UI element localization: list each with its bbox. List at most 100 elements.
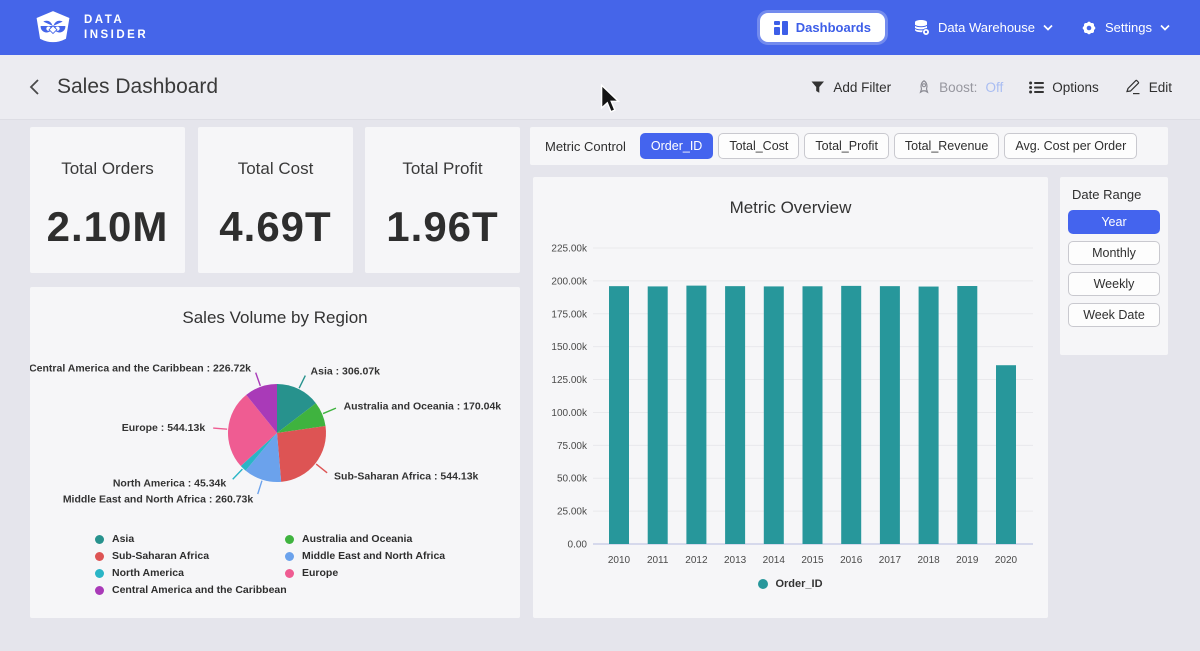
legend-label: Asia bbox=[112, 533, 134, 545]
pie-label: North America : 45.34k bbox=[113, 477, 227, 489]
pie-legend-item: Asia bbox=[95, 533, 287, 545]
add-filter-button[interactable]: Add Filter bbox=[811, 80, 891, 95]
metric-control-label: Metric Control bbox=[545, 139, 626, 154]
page-title: Sales Dashboard bbox=[57, 75, 218, 99]
svg-text:50.00k: 50.00k bbox=[557, 474, 588, 485]
svg-text:100.00k: 100.00k bbox=[551, 408, 588, 419]
logo-text: DATA INSIDER bbox=[84, 13, 148, 43]
pie-label: Australia and Oceania : 170.04k bbox=[344, 401, 502, 413]
edit-button[interactable]: Edit bbox=[1125, 79, 1172, 95]
svg-text:2012: 2012 bbox=[685, 555, 708, 566]
svg-text:175.00k: 175.00k bbox=[551, 309, 588, 320]
date-range-week-date[interactable]: Week Date bbox=[1068, 303, 1160, 327]
pie-slice bbox=[277, 426, 326, 482]
kpi-label: Total Profit bbox=[402, 159, 482, 179]
kpi-value: 4.69T bbox=[219, 203, 331, 251]
svg-text:150.00k: 150.00k bbox=[551, 342, 588, 353]
svg-text:75.00k: 75.00k bbox=[557, 441, 588, 452]
legend-dot bbox=[285, 569, 294, 578]
metric-option-avg-cost-per-order[interactable]: Avg. Cost per Order bbox=[1004, 133, 1137, 159]
options-button[interactable]: Options bbox=[1029, 80, 1099, 95]
kpi-card-total-profit: Total Profit 1.96T bbox=[365, 127, 520, 273]
pie-label: Middle East and North Africa : 260.73k bbox=[63, 493, 254, 505]
pie-label: Asia : 306.07k bbox=[311, 366, 381, 378]
bar-chart-legend: Order_ID bbox=[533, 578, 1048, 590]
pie-legend-item: Middle East and North Africa bbox=[285, 550, 445, 562]
legend-label: Sub-Saharan Africa bbox=[112, 550, 209, 562]
metric-option-total-revenue[interactable]: Total_Revenue bbox=[894, 133, 999, 159]
filter-funnel-icon bbox=[811, 81, 825, 94]
app-logo: DATA INSIDER bbox=[34, 10, 148, 45]
boost-toggle[interactable]: Boost: Off bbox=[917, 80, 1003, 95]
date-range-label: Date Range bbox=[1072, 187, 1160, 202]
legend-label: Order_ID bbox=[775, 578, 822, 590]
svg-text:2010: 2010 bbox=[608, 555, 631, 566]
settings-menu[interactable]: Settings bbox=[1081, 20, 1170, 36]
list-options-icon bbox=[1029, 81, 1044, 94]
svg-text:2020: 2020 bbox=[995, 555, 1018, 566]
back-button[interactable] bbox=[28, 78, 41, 96]
svg-text:2018: 2018 bbox=[917, 555, 940, 566]
legend-dot bbox=[95, 586, 104, 595]
sales-volume-chart-card: Sales Volume by Region Asia : 306.07k Aus… bbox=[30, 287, 520, 618]
gear-icon bbox=[1081, 20, 1097, 36]
metric-option-total-profit[interactable]: Total_Profit bbox=[804, 133, 889, 159]
date-range-monthly[interactable]: Monthly bbox=[1068, 241, 1160, 265]
svg-text:2016: 2016 bbox=[840, 555, 863, 566]
svg-text:225.00k: 225.00k bbox=[551, 244, 588, 255]
pencil-icon bbox=[1125, 79, 1141, 95]
svg-text:0.00: 0.00 bbox=[568, 540, 588, 551]
data-warehouse-menu[interactable]: Data Warehouse bbox=[913, 19, 1053, 36]
svg-text:2015: 2015 bbox=[801, 555, 824, 566]
top-nav: DATA INSIDER Dashboards bbox=[0, 0, 1200, 55]
svg-text:2014: 2014 bbox=[763, 555, 786, 566]
kpi-label: Total Cost bbox=[238, 159, 314, 179]
dashboards-button[interactable]: Dashboards bbox=[760, 13, 885, 42]
svg-text:125.00k: 125.00k bbox=[551, 375, 588, 386]
legend-dot bbox=[95, 569, 104, 578]
metric-control-bar: Metric Control Order_ID Total_Cost Total… bbox=[530, 127, 1168, 165]
legend-label: Australia and Oceania bbox=[302, 533, 412, 545]
settings-label: Settings bbox=[1105, 20, 1152, 35]
svg-text:2019: 2019 bbox=[956, 555, 979, 566]
legend-dot bbox=[95, 535, 104, 544]
pie-legend-item: Australia and Oceania bbox=[285, 533, 445, 545]
database-icon bbox=[913, 19, 930, 36]
legend-dot bbox=[758, 579, 768, 589]
svg-text:200.00k: 200.00k bbox=[551, 276, 588, 287]
pie-legend-column-2: Australia and Oceania Middle East and Nor… bbox=[285, 533, 445, 579]
kpi-card-total-orders: Total Orders 2.10M bbox=[30, 127, 185, 273]
pie-legend-item: Sub-Saharan Africa bbox=[95, 550, 287, 562]
svg-text:25.00k: 25.00k bbox=[557, 507, 588, 518]
date-range-weekly[interactable]: Weekly bbox=[1068, 272, 1160, 296]
pie-legend-column-1: Asia Sub-Saharan Africa North America Centr… bbox=[95, 533, 287, 596]
svg-text:2011: 2011 bbox=[647, 555, 669, 566]
chevron-down-icon bbox=[1043, 24, 1053, 31]
dashboards-grid-icon bbox=[774, 21, 788, 35]
pie-label: Central America and the Caribbean : 226.… bbox=[30, 362, 251, 374]
date-range-year[interactable]: Year bbox=[1068, 210, 1160, 234]
legend-label: Europe bbox=[302, 567, 338, 579]
legend-label: Middle East and North Africa bbox=[302, 550, 445, 562]
kpi-value: 1.96T bbox=[386, 203, 498, 251]
boost-status: Off bbox=[985, 80, 1003, 95]
legend-dot bbox=[285, 552, 294, 561]
dashboards-label: Dashboards bbox=[796, 20, 871, 35]
rocket-icon bbox=[917, 80, 931, 94]
pie-legend-item: North America bbox=[95, 567, 287, 579]
metric-option-total-cost[interactable]: Total_Cost bbox=[718, 133, 799, 159]
chevron-down-icon bbox=[1160, 24, 1170, 31]
legend-dot bbox=[95, 552, 104, 561]
svg-text:2013: 2013 bbox=[724, 555, 747, 566]
legend-label: Central America and the Caribbean bbox=[112, 584, 287, 596]
pie-chart-title: Sales Volume by Region bbox=[30, 308, 520, 328]
legend-dot bbox=[285, 535, 294, 544]
pie-legend-item: Central America and the Caribbean bbox=[95, 584, 287, 596]
pie-label: Sub-Saharan Africa : 544.13k bbox=[334, 470, 478, 482]
date-range-panel: Date Range Year Monthly Weekly Week Date bbox=[1060, 177, 1168, 355]
page-header: Sales Dashboard Add Filter Boost: Off bbox=[0, 55, 1200, 120]
kpi-value: 2.10M bbox=[47, 203, 169, 251]
metric-option-order-id[interactable]: Order_ID bbox=[640, 133, 713, 159]
data-warehouse-label: Data Warehouse bbox=[938, 20, 1035, 35]
svg-text:2017: 2017 bbox=[879, 555, 902, 566]
